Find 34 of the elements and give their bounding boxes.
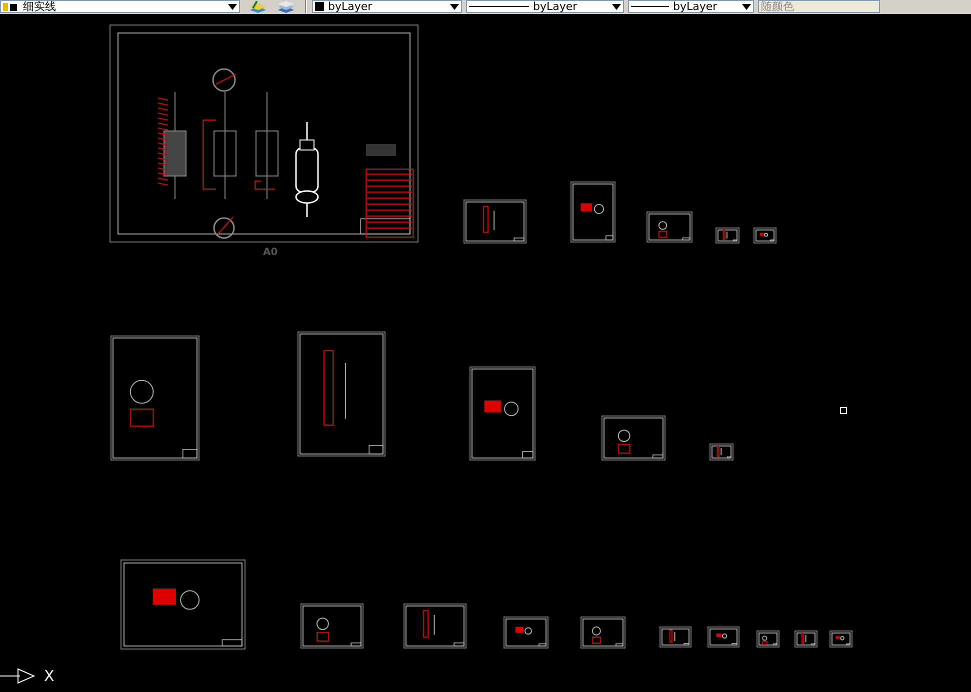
layer-stack-icon[interactable]	[248, 0, 268, 12]
drawing-sheet	[504, 616, 548, 648]
sheet-label: A0	[263, 247, 278, 258]
color-swatch-icon	[315, 2, 324, 11]
lineweight-dropdown[interactable]: byLayer	[628, 0, 754, 13]
drawing-sheet	[794, 630, 818, 648]
drawing-sheet	[660, 626, 692, 648]
drawing-sheet	[300, 604, 364, 648]
drawing-sheet	[756, 630, 780, 648]
drawing-sheet	[570, 182, 616, 242]
drawing-sheet	[404, 604, 466, 648]
caret-icon	[450, 4, 459, 10]
drawing-sheet	[710, 444, 734, 460]
drawing-sheet	[602, 416, 666, 460]
layer-stack-icon[interactable]	[276, 0, 296, 12]
drawing-sheet	[754, 228, 776, 244]
drawing-sheet	[708, 626, 740, 648]
drawing-sheet	[464, 200, 526, 244]
linetype-dropdown[interactable]: byLayer	[466, 0, 624, 13]
line-sample-icon	[469, 5, 529, 8]
layer-dropdown[interactable]: 细实线	[0, 0, 240, 13]
caret-icon	[742, 4, 751, 10]
drawing-sheet	[646, 212, 692, 242]
line-sample-icon	[631, 5, 669, 8]
drawing-sheet	[830, 630, 852, 648]
drawing-sheet	[716, 228, 740, 244]
grip-marker	[840, 407, 847, 414]
ucs-axis-icon	[0, 668, 36, 684]
drawing-sheet	[580, 616, 626, 648]
color-dropdown[interactable]: byLayer	[312, 0, 462, 13]
layer-state-icon	[3, 2, 19, 12]
caret-icon	[228, 4, 237, 10]
axis-label: X	[44, 668, 54, 684]
caret-icon	[612, 4, 621, 10]
